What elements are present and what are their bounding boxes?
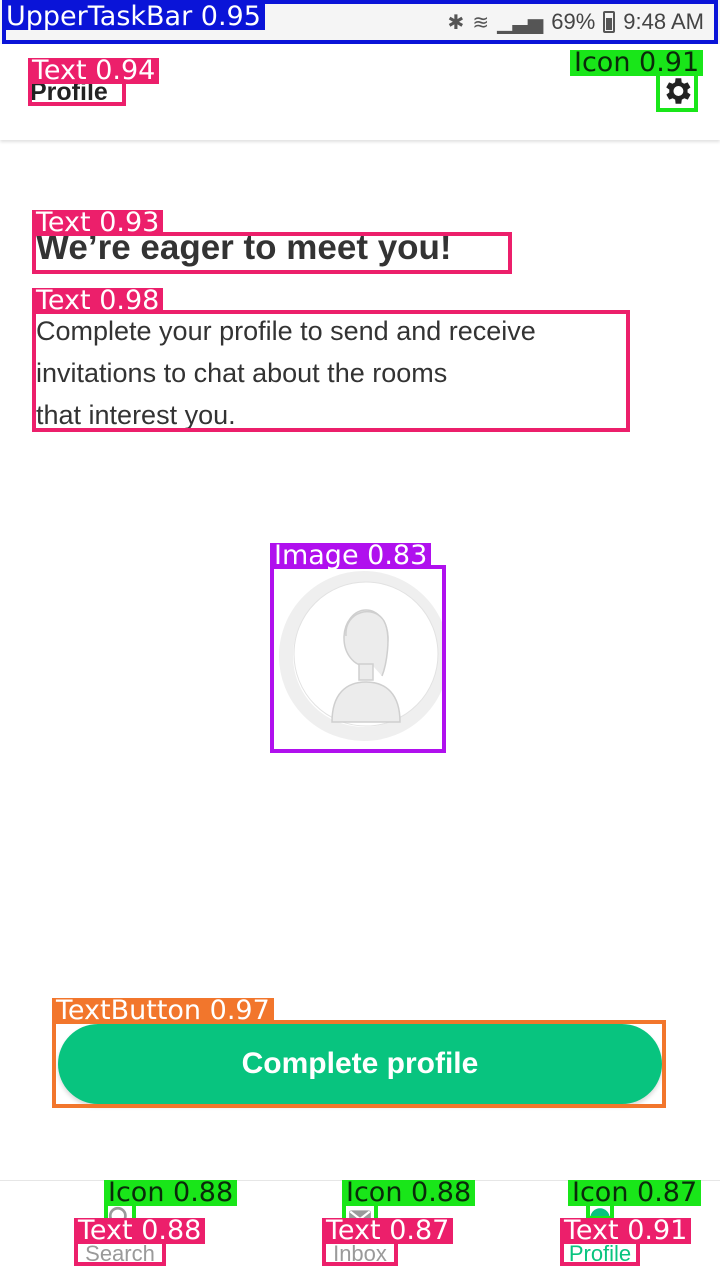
status-bar: ✱ ≋ ▁▃▅ 69% 9:48 AM xyxy=(0,0,720,44)
nav-item-search[interactable]: Search xyxy=(50,1201,190,1277)
detection-label: TextButton 0.97 xyxy=(52,997,274,1024)
bluetooth-icon: ✱ xyxy=(447,11,465,34)
nav-item-inbox[interactable]: Inbox xyxy=(290,1201,430,1277)
wifi-icon: ≋ xyxy=(472,11,490,34)
nav-label-profile: Profile xyxy=(568,1241,632,1266)
avatar[interactable] xyxy=(274,566,449,750)
avatar-placeholder-icon xyxy=(279,571,449,741)
status-indicators: ✱ ≋ ▁▃▅ 69% 9:48 AM xyxy=(448,6,704,38)
profile-description: Complete your profile to send and receiv… xyxy=(36,310,636,436)
nav-label-search: Search xyxy=(85,1241,155,1266)
search-icon xyxy=(108,1206,131,1229)
app-header: Profile xyxy=(0,44,720,140)
complete-profile-button[interactable]: Complete profile xyxy=(58,1024,662,1104)
gear-icon[interactable] xyxy=(660,74,694,108)
description-line: Complete your profile to send and receiv… xyxy=(36,316,536,346)
nav-label-inbox: Inbox xyxy=(333,1241,387,1266)
nav-item-profile[interactable]: Profile xyxy=(530,1201,670,1277)
battery-icon xyxy=(603,11,616,33)
description-line: that interest you. xyxy=(36,400,236,430)
mail-icon xyxy=(349,1210,371,1226)
headline: We’re eager to meet you! xyxy=(36,228,452,267)
profile-icon xyxy=(590,1208,610,1228)
description-line: invitations to chat about the rooms xyxy=(36,358,448,388)
page-title: Profile xyxy=(30,78,108,106)
clock: 9:48 AM xyxy=(623,9,704,34)
battery-percent: 69% xyxy=(551,9,596,34)
signal-icon: ▁▃▅ xyxy=(497,11,544,34)
bottom-nav: Search Inbox Profile xyxy=(0,1180,720,1280)
